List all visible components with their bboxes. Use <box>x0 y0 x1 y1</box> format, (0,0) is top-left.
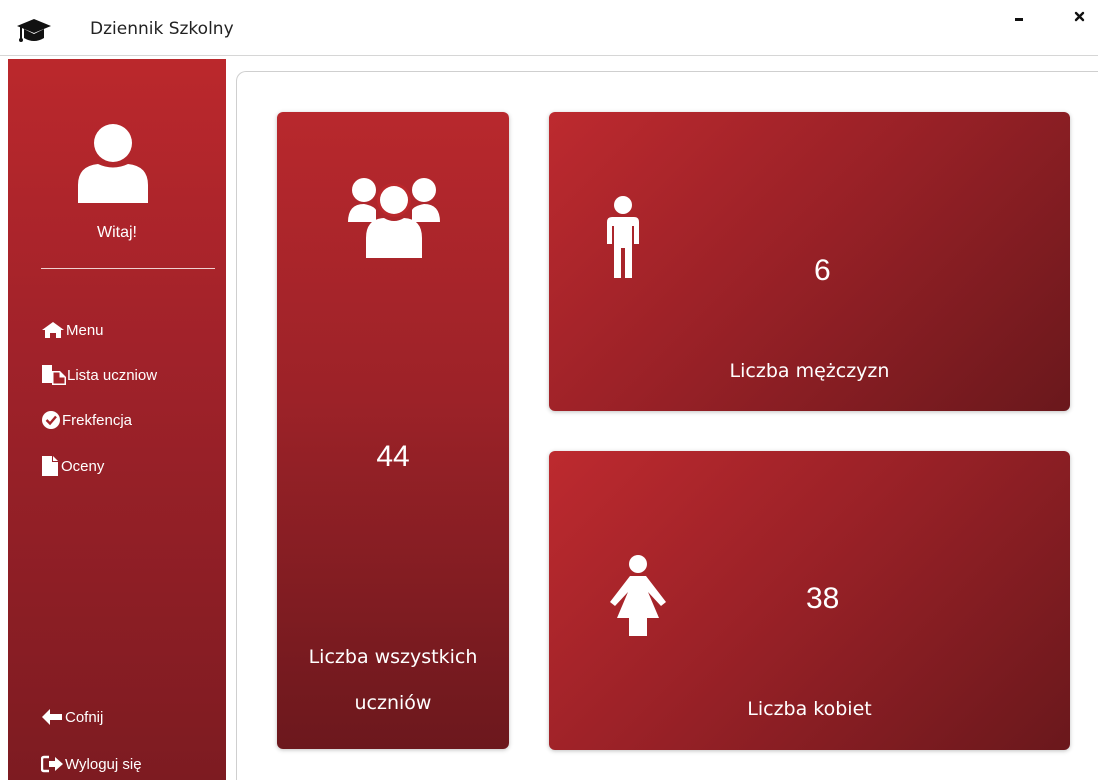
total-students-label-line1: Liczba wszystkich <box>308 646 478 668</box>
sidebar-item-label: Menu <box>66 321 104 339</box>
men-count-value: 6 <box>814 254 831 287</box>
copy-icon <box>42 365 66 385</box>
logout-button[interactable]: Wyloguj się <box>41 752 142 776</box>
female-icon <box>609 554 667 642</box>
men-count-label: Liczba mężczyzn <box>729 360 890 382</box>
file-icon <box>42 456 58 476</box>
women-count-label: Liczba kobiet <box>747 698 872 720</box>
title-bar: Dziennik Szkolny <box>0 0 1098 56</box>
sidebar-item-menu[interactable]: Menu <box>41 318 104 342</box>
back-label: Cofnij <box>65 708 104 726</box>
male-icon <box>607 196 639 284</box>
women-count-card: 38 Liczba kobiet <box>549 451 1070 750</box>
sidebar-item-label: Frekfencja <box>62 411 133 429</box>
minimize-button[interactable] <box>1004 6 1034 36</box>
home-icon <box>42 322 64 338</box>
sidebar-item-label: Oceny <box>61 457 105 475</box>
graduation-cap-icon <box>16 17 52 45</box>
sign-out-icon <box>41 755 63 773</box>
close-button[interactable] <box>1066 6 1096 36</box>
greeting-text: Witaj! <box>97 224 137 241</box>
close-icon <box>1074 11 1085 22</box>
arrow-left-icon <box>42 709 62 725</box>
total-students-value: 44 <box>376 440 410 473</box>
sidebar-divider <box>41 268 215 269</box>
sidebar-item-lista-uczniow[interactable]: Lista uczniow <box>41 363 157 387</box>
check-circle-icon <box>42 411 60 429</box>
logout-label: Wyloguj się <box>65 755 142 773</box>
women-count-value: 38 <box>806 582 840 615</box>
sidebar: Witaj! Menu Lista uczniow Frekfencja Oce… <box>8 59 226 780</box>
men-count-card: 6 Liczba mężczyzn <box>549 112 1070 411</box>
users-icon <box>348 176 440 264</box>
back-button[interactable]: Cofnij <box>41 705 103 729</box>
sidebar-item-label: Lista uczniow <box>67 366 158 384</box>
sidebar-item-frekfencja[interactable]: Frekfencja <box>41 408 132 432</box>
app-title: Dziennik Szkolny <box>90 19 234 39</box>
total-students-label-line2: uczniów <box>354 692 432 714</box>
sidebar-item-oceny[interactable]: Oceny <box>41 454 104 478</box>
minimize-icon <box>1015 18 1023 21</box>
user-icon <box>74 121 152 203</box>
total-students-card: 44 Liczba wszystkich uczniów <box>277 112 509 749</box>
